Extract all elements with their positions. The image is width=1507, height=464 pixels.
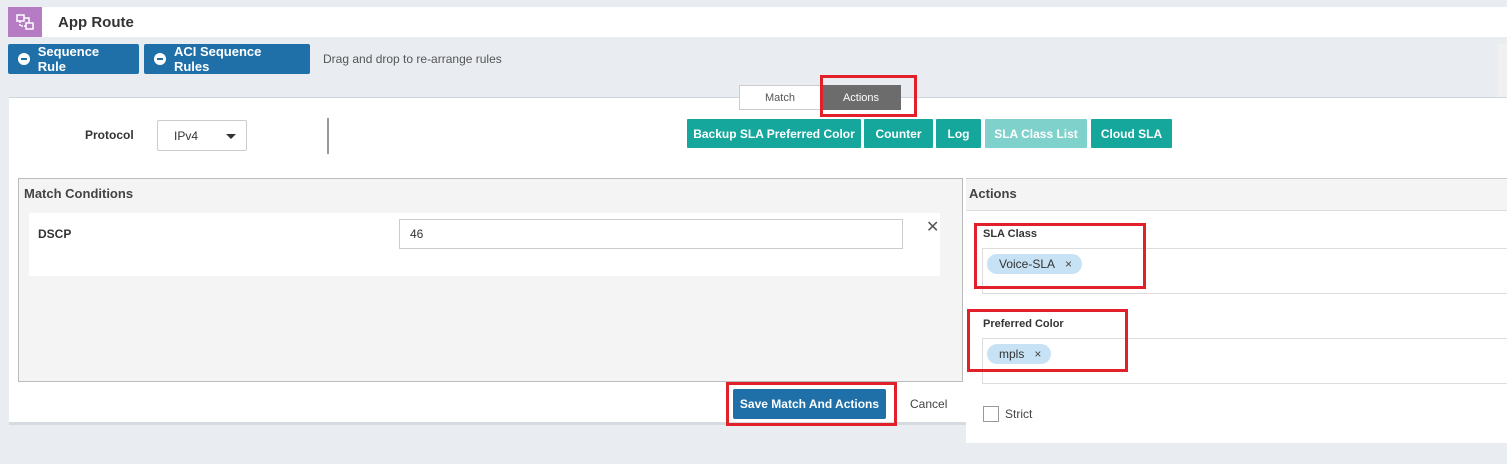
strict-checkbox[interactable] <box>983 406 999 422</box>
minus-circle-icon <box>154 53 166 65</box>
minus-circle-icon <box>18 53 30 65</box>
strict-label: Strict <box>1005 407 1033 421</box>
chevron-down-icon <box>226 134 236 139</box>
sequence-rule-button[interactable]: Sequence Rule <box>8 44 139 74</box>
divider <box>327 118 329 154</box>
log-button[interactable]: Log <box>936 119 981 148</box>
highlight-actions-tab <box>820 75 917 117</box>
cloud-sla-button[interactable]: Cloud SLA <box>1091 119 1172 148</box>
close-icon[interactable]: ✕ <box>926 217 939 237</box>
tab-match[interactable]: Match <box>739 85 821 110</box>
highlight-preferred-color <box>967 309 1128 372</box>
top-bar: App Route <box>0 0 1507 44</box>
dscp-label: DSCP <box>38 227 72 241</box>
actions-header-bar <box>966 178 1507 211</box>
protocol-label: Protocol <box>85 128 134 142</box>
header: App Route <box>8 7 1507 37</box>
sequence-rule-label: Sequence Rule <box>37 44 100 74</box>
protocol-select[interactable]: IPv4 <box>157 120 247 151</box>
highlight-sla-class <box>974 223 1146 289</box>
match-conditions-panel <box>18 178 963 382</box>
scrollbar[interactable] <box>1498 44 1507 100</box>
aci-sequence-rules-label: ACI Sequence Rules <box>173 44 262 74</box>
counter-button[interactable]: Counter <box>864 119 933 148</box>
drag-hint: Drag and drop to re-arrange rules <box>323 52 502 66</box>
app-route-icon <box>8 7 42 37</box>
cancel-button[interactable]: Cancel <box>910 397 947 411</box>
aci-sequence-rules-button[interactable]: ACI Sequence Rules <box>144 44 310 74</box>
match-conditions-header: Match Conditions <box>24 186 134 201</box>
actions-header: Actions <box>969 186 1017 201</box>
highlight-save-button <box>726 382 897 426</box>
protocol-value: IPv4 <box>174 128 199 143</box>
page-title: App Route <box>58 14 134 31</box>
backup-sla-preferred-color-button[interactable]: Backup SLA Preferred Color <box>687 119 861 148</box>
sla-class-list-button[interactable]: SLA Class List <box>985 119 1087 148</box>
dscp-input[interactable]: 46 <box>399 219 903 249</box>
